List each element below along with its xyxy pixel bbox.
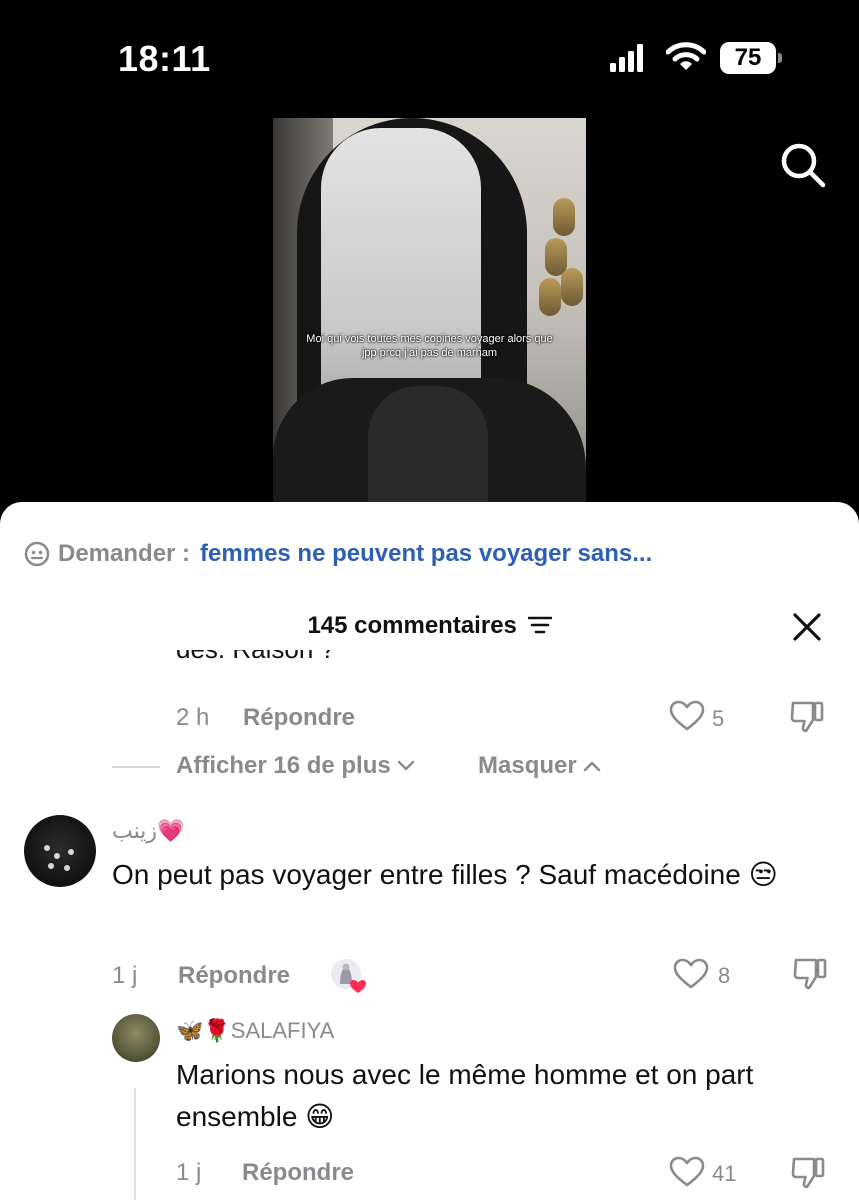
comment-time: 1 j: [112, 962, 138, 989]
reply-button[interactable]: Répondre: [178, 962, 290, 990]
avatar[interactable]: [24, 815, 96, 887]
dislike-icon[interactable]: [789, 700, 825, 734]
comments-header: 145 commentaires: [0, 612, 859, 640]
ask-query-link[interactable]: femmes ne peuvent pas voyager sans...: [200, 540, 652, 568]
replies-divider: [112, 766, 160, 768]
thread-line: [134, 1088, 136, 1200]
comment-time: 2 h: [176, 704, 210, 731]
video-player[interactable]: Moi qui vois toutes mes copines voyager …: [273, 118, 586, 513]
video-caption: Moi qui vois toutes mes copines voyager …: [306, 333, 553, 359]
previous-comment-text: des. Raison ?: [176, 650, 335, 678]
like-count: 41: [712, 1161, 737, 1186]
cellular-signal-icon: [610, 44, 643, 72]
avatar-detail: [68, 849, 74, 855]
balloon-decoration: [539, 278, 561, 316]
comment-text: Marions nous avec le même homme et on pa…: [176, 1059, 754, 1132]
previous-comment-text-value: des. Raison ?: [176, 650, 335, 665]
avatar-detail: [48, 863, 54, 869]
hide-replies-button[interactable]: Masquer: [478, 752, 601, 780]
reply-button[interactable]: Répondre: [242, 1159, 354, 1187]
avatar[interactable]: [112, 1014, 160, 1062]
close-icon[interactable]: [792, 612, 822, 642]
comment-time: 1 j: [176, 1159, 202, 1186]
balloon-decoration: [561, 268, 583, 306]
heart-icon[interactable]: [669, 1156, 705, 1188]
chevron-up-icon: [584, 761, 601, 772]
reply-button[interactable]: Répondre: [243, 704, 355, 732]
ask-ai-icon: [24, 541, 50, 567]
show-more-label: Afficher 16 de plus: [176, 752, 391, 779]
show-more-replies-button[interactable]: Afficher 16 de plus: [176, 752, 415, 780]
search-icon[interactable]: [778, 140, 828, 190]
comment-username[interactable]: 🦋🌹SALAFIYA: [176, 1018, 334, 1044]
avatar-detail: [44, 845, 50, 851]
status-time: 18:11: [118, 38, 211, 79]
dislike-icon[interactable]: [792, 957, 828, 991]
creator-liked-icon: [331, 959, 366, 993]
balloon-decoration: [553, 198, 575, 236]
comment-text: On peut pas voyager entre filles ? Sauf …: [112, 859, 778, 890]
like-count: 8: [718, 963, 731, 988]
heart-icon[interactable]: [669, 700, 705, 732]
avatar-detail: [54, 853, 60, 859]
status-bar: 18:11 75: [0, 0, 859, 110]
sort-filter-icon[interactable]: [527, 615, 552, 635]
comments-sheet: Demander : femmes ne peuvent pas voyager…: [0, 502, 859, 1200]
chevron-down-icon: [398, 760, 415, 771]
avatar-detail: [64, 865, 70, 871]
battery-indicator: 75: [720, 42, 782, 74]
battery-cap: [778, 53, 782, 63]
battery-level: 75: [734, 44, 762, 71]
video-figure-hands: [368, 386, 488, 513]
ask-label: Demander :: [58, 540, 191, 567]
comments-count: 145 commentaires: [307, 612, 517, 639]
like-count: 5: [712, 706, 725, 731]
heart-icon[interactable]: [673, 958, 709, 990]
search-suggestion[interactable]: Demander : femmes ne peuvent pas voyager…: [24, 538, 652, 570]
comment-username[interactable]: زينب💗: [112, 818, 184, 844]
hide-label: Masquer: [478, 752, 577, 779]
wifi-icon: [666, 42, 706, 70]
dislike-icon[interactable]: [790, 1156, 826, 1190]
